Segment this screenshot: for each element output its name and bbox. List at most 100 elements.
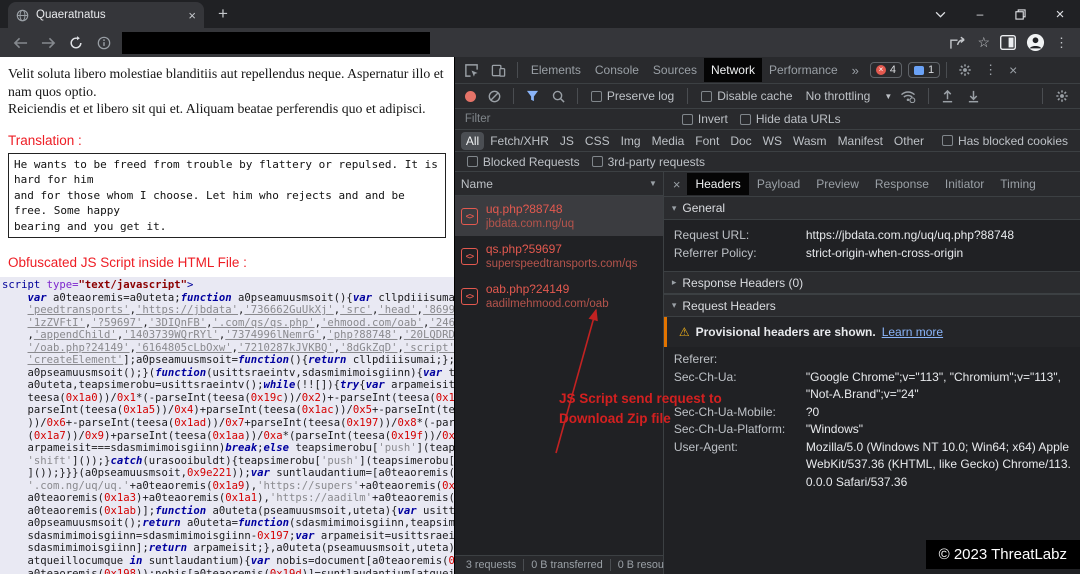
details-tab-preview[interactable]: Preview: [808, 173, 867, 195]
details-tab-headers[interactable]: Headers: [687, 173, 749, 195]
details-tab-timing[interactable]: Timing: [992, 173, 1044, 195]
browser-menu-icon[interactable]: ⋮: [1055, 35, 1068, 51]
type-filter-other[interactable]: Other: [889, 132, 929, 150]
network-toolbar: Preserve log Disable cache No throttling…: [454, 84, 1080, 109]
third-party-requests-checkbox[interactable]: 3rd-party requests: [591, 155, 705, 169]
code-line: a0pseamuusmsoit();return a0uteta=functio…: [2, 517, 454, 530]
request-row[interactable]: <> uq.php?88748 jbdata.com.ng/uq: [454, 196, 663, 236]
translation-box: He wants to be freed from trouble by fla…: [8, 152, 446, 238]
learn-more-link[interactable]: Learn more: [882, 325, 943, 339]
devtools-close-icon[interactable]: ×: [1004, 62, 1022, 78]
provisional-headers-warning: ⚠ Provisional headers are shown. Learn m…: [663, 317, 1080, 347]
network-conditions-icon[interactable]: [895, 90, 921, 103]
has-blocked-cookies-checkbox[interactable]: Has blocked cookies: [941, 134, 1068, 148]
share-icon[interactable]: [950, 36, 967, 50]
code-line: 'createElement'];a0pseamuusmsoit=functio…: [27, 354, 454, 367]
maximize-button[interactable]: [1000, 0, 1040, 28]
profile-avatar[interactable]: [1026, 33, 1045, 52]
tab-search-chevron-icon[interactable]: [920, 0, 960, 28]
devtools-tab-performance[interactable]: Performance: [762, 58, 845, 82]
header-value: strict-origin-when-cross-origin: [805, 245, 964, 260]
header-value: ?0: [805, 404, 820, 419]
address-bar-redacted[interactable]: [122, 31, 430, 54]
code-line: a0teaoremis(0x1a3)+a0teaoremis(0x1a1),'h…: [2, 492, 454, 505]
request-headers-section-header[interactable]: ▾ Request Headers: [663, 294, 1080, 317]
network-settings-gear-icon[interactable]: [1050, 89, 1074, 103]
lorem-paragraph: Velit soluta libero molestiae blanditiis…: [8, 66, 444, 116]
request-row[interactable]: <> qs.php?59697 superspeedtransports.com/q…: [455, 236, 663, 276]
back-icon[interactable]: [8, 31, 32, 55]
warning-icon: ⚠: [678, 325, 690, 339]
devtools-tab-elements[interactable]: Elements: [524, 58, 588, 82]
filter-funnel-icon[interactable]: [521, 90, 544, 102]
forward-icon[interactable]: [36, 31, 60, 55]
record-network-log-icon[interactable]: [464, 90, 476, 102]
bookmark-star-icon[interactable]: ☆: [977, 34, 990, 51]
header-kv-row: User-Agent: Mozilla/5.0 (Windows NT 10.0;…: [674, 439, 1072, 492]
general-section-header[interactable]: ▾ General: [663, 197, 1080, 220]
minimize-button[interactable]: –: [960, 0, 1000, 28]
tab-title: Quaeratnatus: [36, 9, 106, 21]
devtools-menu-icon[interactable]: ⋮: [979, 62, 1002, 78]
header-value: https://jbdata.com.ng/uq/uq.php?88748: [805, 228, 1015, 242]
type-filter-media[interactable]: Media: [647, 132, 690, 150]
side-panel-icon[interactable]: [1000, 35, 1016, 50]
name-column-header[interactable]: Name ▼: [454, 172, 663, 196]
devtools-tab-console[interactable]: Console: [588, 58, 646, 82]
search-icon[interactable]: [547, 90, 570, 103]
devtools-tab-network[interactable]: Network: [703, 58, 762, 82]
import-har-icon[interactable]: [936, 89, 959, 103]
obfuscated-script-label: Obfuscated JS Script inside HTML File :: [8, 255, 247, 270]
type-filter-manifest[interactable]: Manifest: [833, 132, 888, 150]
request-type-filters: All Fetch/XHR JS CSS Img Media Font Doc WS Wasm Ma…: [454, 130, 1080, 152]
type-filter-doc[interactable]: Doc: [725, 132, 756, 150]
error-badge[interactable]: × 4: [869, 62, 903, 78]
response-headers-section-header[interactable]: ▸ Response Headers (0): [663, 271, 1080, 294]
hide-data-urls-checkbox[interactable]: Hide data URLs: [739, 112, 841, 126]
tab-close-icon[interactable]: ×: [188, 9, 196, 22]
disable-cache-checkbox[interactable]: Disable cache: [701, 89, 793, 103]
window-close-button[interactable]: ×: [1040, 0, 1080, 28]
invert-checkbox[interactable]: Invert: [681, 112, 728, 126]
throttling-caret-icon: ▼: [884, 91, 893, 101]
new-tab-button[interactable]: +: [218, 5, 228, 22]
type-filter-all[interactable]: All: [460, 131, 485, 150]
clear-network-log-icon[interactable]: [483, 90, 506, 103]
preserve-log-checkbox[interactable]: Preserve log: [590, 89, 674, 103]
request-name: oab.php?24149: [485, 281, 570, 296]
type-filter-font[interactable]: Font: [690, 132, 724, 150]
type-filter-wasm[interactable]: Wasm: [788, 132, 832, 150]
type-filter-js[interactable]: JS: [555, 132, 579, 150]
devtools-tab-sources[interactable]: Sources: [646, 58, 704, 82]
web-page-content: Velit soluta libero molestiae blanditiis…: [0, 57, 454, 574]
type-filter-fetch-xhr[interactable]: Fetch/XHR: [485, 132, 554, 150]
header-value: [806, 351, 1072, 369]
browser-tab[interactable]: Quaeratnatus ×: [8, 2, 204, 28]
type-filter-css[interactable]: CSS: [580, 132, 615, 150]
reload-icon[interactable]: [64, 31, 88, 55]
inspect-element-icon[interactable]: [459, 63, 484, 78]
details-tab-response[interactable]: Response: [867, 173, 937, 195]
devtools-tab-strip: Elements Console Sources Network Performance…: [454, 57, 1080, 84]
network-filter-row: Filter Invert Hide data URLs: [454, 109, 1080, 130]
header-key: Request URL:: [673, 228, 750, 242]
script-file-icon: <>: [460, 287, 478, 305]
export-har-icon[interactable]: [962, 90, 985, 103]
window-controls: – ×: [920, 0, 1080, 28]
header-value: "Google Chrome";v="113", "Chromium";v="1…: [805, 369, 1061, 402]
devtools-settings-gear-icon[interactable]: [953, 63, 977, 77]
type-filter-img[interactable]: Img: [616, 132, 646, 150]
type-filter-ws[interactable]: WS: [758, 132, 787, 150]
browser-toolbar: ☆ ⋮: [0, 28, 1080, 57]
site-info-icon[interactable]: [92, 31, 116, 55]
details-tab-payload[interactable]: Payload: [749, 173, 808, 195]
device-toolbar-icon[interactable]: [486, 63, 511, 78]
throttling-select[interactable]: No throttling ▼: [806, 89, 893, 103]
close-details-icon[interactable]: ×: [666, 177, 688, 192]
request-row[interactable]: <> oab.php?24149 aadilmehmood.com/oab: [455, 276, 663, 316]
more-tabs-icon[interactable]: »: [847, 63, 864, 78]
filter-input[interactable]: Filter: [461, 113, 676, 125]
details-tab-initiator[interactable]: Initiator: [937, 173, 992, 195]
issues-badge[interactable]: 1: [908, 62, 941, 78]
blocked-requests-checkbox[interactable]: Blocked Requests: [466, 155, 580, 169]
